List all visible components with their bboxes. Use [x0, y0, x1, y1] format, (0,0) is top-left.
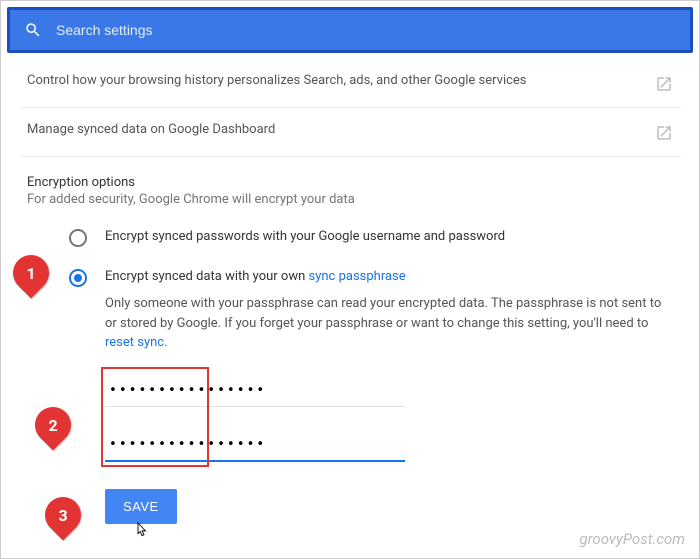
- save-row: SAVE: [105, 486, 681, 528]
- radio-checked[interactable]: [69, 269, 87, 287]
- row-activity-controls[interactable]: Control how your browsing history person…: [19, 59, 681, 108]
- search-input[interactable]: [56, 22, 676, 38]
- encryption-title: Encryption options: [19, 157, 681, 192]
- encryption-option-google[interactable]: Encrypt synced passwords with your Googl…: [19, 217, 681, 257]
- reset-sync-link[interactable]: reset sync: [105, 335, 164, 350]
- settings-content: Control how your browsing history person…: [1, 59, 699, 528]
- encryption-option-passphrase[interactable]: Encrypt synced data with your own sync p…: [19, 257, 681, 357]
- encryption-subtitle: For added security, Google Chrome will e…: [19, 192, 681, 217]
- radio-label: Encrypt synced passwords with your Googl…: [105, 227, 505, 247]
- save-button[interactable]: SAVE: [105, 489, 177, 524]
- row-text: Control how your browsing history person…: [27, 73, 643, 88]
- external-link-icon: [655, 124, 673, 142]
- row-manage-dashboard[interactable]: Manage synced data on Google Dashboard: [19, 108, 681, 157]
- radio-label: Encrypt synced data with your own sync p…: [105, 267, 673, 287]
- watermark: groovyPost.com: [579, 530, 685, 548]
- search-bar[interactable]: [7, 7, 693, 53]
- passphrase-input[interactable]: [105, 375, 405, 407]
- passphrase-confirm-input[interactable]: [105, 429, 405, 462]
- external-link-icon: [655, 75, 673, 93]
- sync-passphrase-link[interactable]: sync passphrase: [309, 269, 406, 284]
- radio-description: Only someone with your passphrase can re…: [105, 294, 673, 353]
- search-icon: [24, 21, 42, 39]
- row-text: Manage synced data on Google Dashboard: [27, 122, 643, 137]
- passphrase-fields: [105, 375, 405, 462]
- radio-unchecked[interactable]: [69, 229, 87, 247]
